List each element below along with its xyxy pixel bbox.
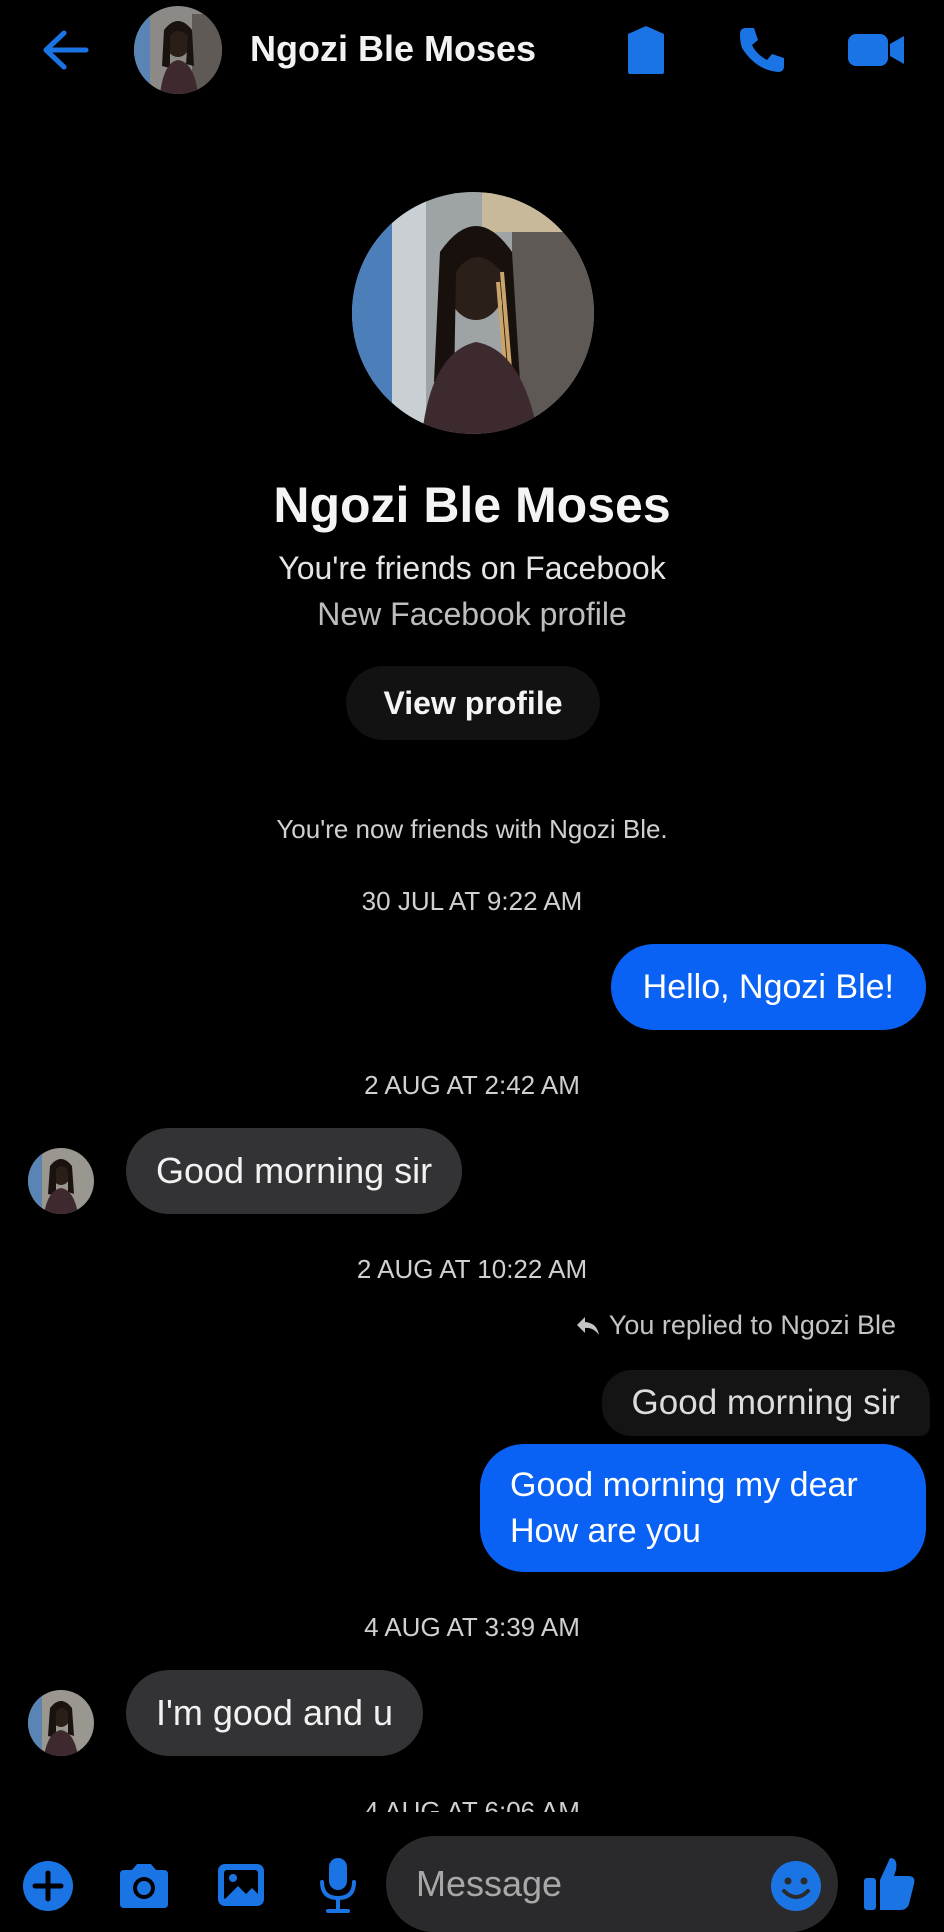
reply-arrow-icon xyxy=(575,1315,601,1337)
profile-name: Ngozi Ble Moses xyxy=(273,477,671,533)
microphone-icon[interactable] xyxy=(318,1856,358,1914)
message-text: I'm good and u xyxy=(156,1692,394,1733)
sender-avatar[interactable] xyxy=(28,1690,94,1756)
video-camera-icon[interactable] xyxy=(848,30,906,70)
back-arrow-icon[interactable] xyxy=(40,28,90,72)
message-text: Good morning sir xyxy=(156,1150,433,1191)
sender-avatar[interactable] xyxy=(28,1148,94,1214)
camera-icon[interactable] xyxy=(116,1862,172,1910)
contact-avatar[interactable] xyxy=(134,6,222,94)
incoming-message[interactable]: I'm good and u xyxy=(126,1670,424,1756)
message-line: How are you xyxy=(510,1512,701,1550)
thumbs-up-icon[interactable] xyxy=(862,1854,916,1912)
message-placeholder: Message xyxy=(416,1863,563,1904)
friends-status: You're friends on Facebook xyxy=(278,550,666,586)
message-text: Hello, Ngozi Ble! xyxy=(642,968,894,1006)
profile-note: New Facebook profile xyxy=(317,596,627,632)
outgoing-message[interactable]: Good morning my dear How are you xyxy=(480,1444,926,1572)
quoted-text: Good morning sir xyxy=(631,1383,900,1422)
emoji-icon[interactable] xyxy=(770,1860,822,1912)
header-contact-name[interactable]: Ngozi Ble Moses xyxy=(250,28,536,70)
reply-note: You replied to Ngozi Ble xyxy=(575,1310,896,1341)
shield-icon[interactable] xyxy=(624,24,668,76)
timestamp: 30 JUL AT 9:22 AM xyxy=(361,886,583,916)
timestamp: 4 AUG AT 6:06 AM xyxy=(364,1796,580,1812)
timestamp: 2 AUG AT 2:42 AM xyxy=(364,1070,580,1100)
view-profile-button[interactable]: View profile xyxy=(346,666,600,740)
phone-icon[interactable] xyxy=(736,24,788,76)
timestamp: 4 AUG AT 3:39 AM xyxy=(364,1612,580,1642)
timestamp: 2 AUG AT 10:22 AM xyxy=(356,1254,588,1284)
message-line: Good morning my dear xyxy=(510,1466,858,1504)
gallery-icon[interactable] xyxy=(216,1860,266,1910)
outgoing-message[interactable]: Hello, Ngozi Ble! xyxy=(610,944,926,1030)
incoming-message[interactable]: Good morning sir xyxy=(126,1128,463,1214)
quoted-message[interactable]: Good morning sir xyxy=(601,1370,930,1436)
plus-icon[interactable] xyxy=(22,1860,74,1912)
reply-note-text: You replied to Ngozi Ble xyxy=(608,1310,896,1340)
profile-photo[interactable] xyxy=(352,192,594,434)
friends-notice: You're now friends with Ngozi Ble. xyxy=(276,814,668,844)
